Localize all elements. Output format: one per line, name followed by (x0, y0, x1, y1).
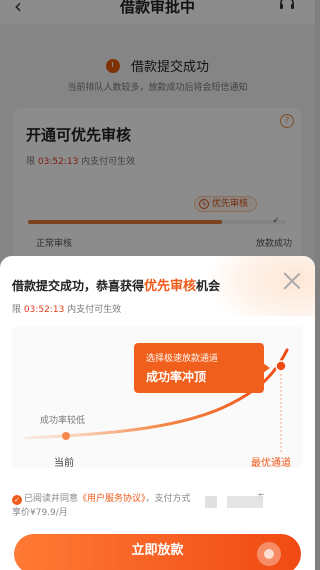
apply-loan-label: 立即放款 (131, 543, 184, 558)
payment-method-blur[interactable] (205, 496, 275, 508)
agree-mid: ，支付方式 (145, 494, 191, 504)
channel-tooltip: 选择极速放款通道 成功率冲顶 (134, 343, 270, 393)
apply-loan-button[interactable]: 立即放款 (14, 534, 301, 570)
tap-hand-icon (257, 542, 281, 566)
close-icon[interactable] (283, 272, 301, 290)
sheet-title-prefix: 借款提交成功，恭喜获得 (12, 279, 145, 293)
service-agreement-link[interactable]: 《用户服务协议》 (78, 494, 146, 504)
low-rate-label: 成功率较低 (40, 416, 86, 426)
agree-checkbox[interactable]: ✓ (12, 495, 22, 505)
sheet-timer: 限 03:52:13 内支付可生效 (12, 302, 121, 315)
sheet-timer-suffix: 内支付可生效 (64, 305, 122, 315)
sheet-countdown: 03:52:13 (23, 305, 65, 315)
priority-sheet: 借款提交成功，恭喜获得优先审核机会 限 03:52:13 内支付可生效 选择极速… (0, 256, 315, 570)
sheet-title-highlight: 优先审核 (144, 279, 197, 294)
sheet-timer-prefix: 限 (12, 305, 24, 315)
success-rate-chart: 选择极速放款通道 成功率冲顶 成功率较低 当前 最优通道 (12, 326, 303, 469)
axis-label-best: 最优通道 (251, 458, 291, 469)
tooltip-line2: 成功率冲顶 (146, 370, 207, 384)
axis-label-current: 当前 (54, 458, 74, 469)
agree-price: 享价¥79.9/月 (12, 508, 68, 518)
sheet-title: 借款提交成功，恭喜获得优先审核机会 (12, 275, 220, 294)
agree-prefix: 已阅读并同意 (24, 494, 79, 504)
sheet-title-suffix: 机会 (196, 279, 221, 293)
tooltip-line1: 选择极速放款通道 (146, 354, 219, 364)
